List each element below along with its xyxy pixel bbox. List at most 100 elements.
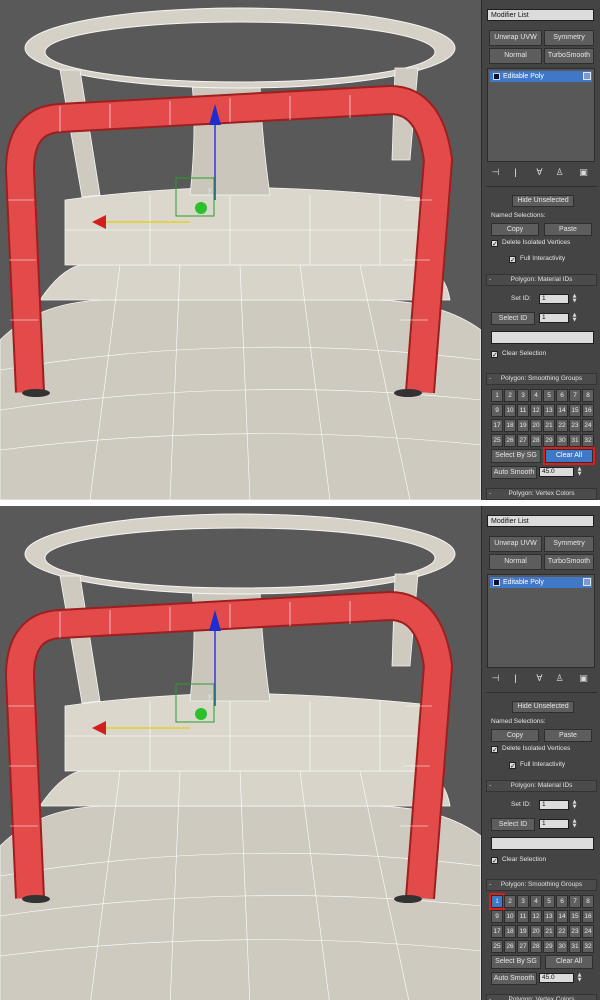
smoothing-group-10-button[interactable]: 10: [504, 910, 516, 923]
smoothing-group-14-button[interactable]: 14: [556, 910, 568, 923]
smoothing-group-9-button[interactable]: 9: [491, 404, 503, 417]
auto-smooth-button[interactable]: Auto Smooth: [491, 972, 537, 985]
smoothing-group-32-button[interactable]: 32: [582, 940, 594, 953]
y-axis-handle-icon[interactable]: [195, 708, 207, 720]
full-interactivity-checkbox[interactable]: ✓: [509, 762, 516, 770]
rollout-vertex-colors[interactable]: - Polygon: Vertex Colors: [486, 994, 597, 1000]
select-id-button[interactable]: Select ID: [491, 818, 535, 831]
full-interactivity-checkbox[interactable]: ✓: [509, 256, 516, 264]
smoothing-group-4-button[interactable]: 4: [530, 895, 542, 908]
smoothing-group-28-button[interactable]: 28: [530, 940, 542, 953]
select-by-sg-button[interactable]: Select By SG: [491, 955, 541, 969]
modifier-stack[interactable]: Editable Poly: [487, 68, 595, 162]
smoothing-group-16-button[interactable]: 16: [582, 910, 594, 923]
select-id-button[interactable]: Select ID: [491, 312, 535, 325]
remove-modifier-icon[interactable]: ♙: [554, 674, 565, 685]
smoothing-group-16-button[interactable]: 16: [582, 404, 594, 417]
smoothing-group-11-button[interactable]: 11: [517, 910, 529, 923]
turbosmooth-button[interactable]: TurboSmooth: [544, 48, 594, 64]
smoothing-group-27-button[interactable]: 27: [517, 434, 529, 447]
smoothing-group-21-button[interactable]: 21: [543, 419, 555, 432]
paste-button[interactable]: Paste: [544, 729, 592, 742]
smoothing-group-4-button[interactable]: 4: [530, 389, 542, 402]
material-name-dropdown[interactable]: [491, 331, 594, 344]
smoothing-group-17-button[interactable]: 17: [491, 419, 503, 432]
make-unique-icon[interactable]: ∀: [534, 674, 545, 685]
rollout-smoothing-groups[interactable]: - Polygon: Smoothing Groups: [486, 879, 597, 891]
hide-unselected-button[interactable]: Hide Unselected: [512, 195, 574, 207]
modifier-list-dropdown[interactable]: Modifier List: [487, 9, 594, 21]
smoothing-group-31-button[interactable]: 31: [569, 434, 581, 447]
smoothing-group-30-button[interactable]: 30: [556, 940, 568, 953]
auto-smooth-threshold[interactable]: 45.0: [539, 467, 574, 477]
smoothing-group-25-button[interactable]: 25: [491, 940, 503, 953]
set-id-spinner[interactable]: 1: [539, 800, 569, 810]
delete-isolated-checkbox[interactable]: ✓: [491, 746, 498, 754]
material-name-dropdown[interactable]: [491, 837, 594, 850]
smoothing-group-24-button[interactable]: 24: [582, 925, 594, 938]
smoothing-group-27-button[interactable]: 27: [517, 940, 529, 953]
smoothing-group-14-button[interactable]: 14: [556, 404, 568, 417]
modifier-stack[interactable]: Editable Poly: [487, 574, 595, 668]
smoothing-group-1-button[interactable]: 1: [491, 389, 503, 402]
scene-canister[interactable]: y: [0, 0, 481, 500]
turbosmooth-button[interactable]: TurboSmooth: [544, 554, 594, 570]
smoothing-group-32-button[interactable]: 32: [582, 434, 594, 447]
smoothing-group-7-button[interactable]: 7: [569, 895, 581, 908]
smoothing-group-8-button[interactable]: 8: [582, 389, 594, 402]
smoothing-group-2-button[interactable]: 2: [504, 895, 516, 908]
viewport-perspective[interactable]: y: [0, 0, 481, 500]
smoothing-group-7-button[interactable]: 7: [569, 389, 581, 402]
normal-button[interactable]: Normal: [489, 554, 542, 570]
set-id-spinner[interactable]: 1: [539, 294, 569, 304]
modifier-list-dropdown[interactable]: Modifier List: [487, 515, 594, 527]
smoothing-group-6-button[interactable]: 6: [556, 895, 568, 908]
copy-button[interactable]: Copy: [491, 223, 539, 236]
smoothing-group-13-button[interactable]: 13: [543, 910, 555, 923]
smoothing-group-8-button[interactable]: 8: [582, 895, 594, 908]
smoothing-group-28-button[interactable]: 28: [530, 434, 542, 447]
set-id-spin-arrows-icon[interactable]: ▲ ▼: [571, 800, 578, 810]
rollout-material-ids[interactable]: - Polygon: Material IDs: [486, 274, 597, 286]
smoothing-group-5-button[interactable]: 5: [543, 389, 555, 402]
smoothing-group-17-button[interactable]: 17: [491, 925, 503, 938]
smoothing-group-9-button[interactable]: 9: [491, 910, 503, 923]
smoothing-group-1-button[interactable]: 1: [489, 893, 505, 910]
clear-selection-checkbox[interactable]: ✓: [491, 857, 498, 865]
auto-smooth-spin-arrows-icon[interactable]: ▲ ▼: [576, 973, 583, 983]
smoothing-group-19-button[interactable]: 19: [517, 925, 529, 938]
rollout-material-ids[interactable]: - Polygon: Material IDs: [486, 780, 597, 792]
smoothing-group-18-button[interactable]: 18: [504, 419, 516, 432]
y-axis-handle-icon[interactable]: [195, 202, 207, 214]
smoothing-group-23-button[interactable]: 23: [569, 419, 581, 432]
pin-stack-icon[interactable]: ⊣: [490, 674, 501, 685]
select-id-spinner[interactable]: 1: [539, 819, 569, 829]
paste-button[interactable]: Paste: [544, 223, 592, 236]
viewport-perspective[interactable]: y: [0, 506, 481, 1000]
clear-all-button[interactable]: Clear All: [543, 447, 595, 465]
rollout-smoothing-groups[interactable]: - Polygon: Smoothing Groups: [486, 373, 597, 385]
smoothing-group-6-button[interactable]: 6: [556, 389, 568, 402]
select-by-sg-button[interactable]: Select By SG: [491, 449, 541, 463]
smoothing-group-12-button[interactable]: 12: [530, 910, 542, 923]
smoothing-group-19-button[interactable]: 19: [517, 419, 529, 432]
smoothing-group-26-button[interactable]: 26: [504, 940, 516, 953]
copy-button[interactable]: Copy: [491, 729, 539, 742]
smoothing-group-29-button[interactable]: 29: [543, 434, 555, 447]
smoothing-group-2-button[interactable]: 2: [504, 389, 516, 402]
make-unique-icon[interactable]: ∀: [534, 168, 545, 179]
smoothing-group-3-button[interactable]: 3: [517, 895, 529, 908]
smoothing-group-11-button[interactable]: 11: [517, 404, 529, 417]
remove-modifier-icon[interactable]: ♙: [554, 168, 565, 179]
smoothing-group-3-button[interactable]: 3: [517, 389, 529, 402]
smoothing-group-13-button[interactable]: 13: [543, 404, 555, 417]
smoothing-group-20-button[interactable]: 20: [530, 419, 542, 432]
select-id-spin-arrows-icon[interactable]: ▲ ▼: [571, 313, 578, 323]
smoothing-group-29-button[interactable]: 29: [543, 940, 555, 953]
show-end-result-icon[interactable]: ǀ: [510, 168, 521, 179]
delete-isolated-checkbox[interactable]: ✓: [491, 240, 498, 248]
smoothing-group-18-button[interactable]: 18: [504, 925, 516, 938]
smoothing-group-25-button[interactable]: 25: [491, 434, 503, 447]
smoothing-group-22-button[interactable]: 22: [556, 925, 568, 938]
scene-canister[interactable]: y: [0, 506, 481, 1000]
